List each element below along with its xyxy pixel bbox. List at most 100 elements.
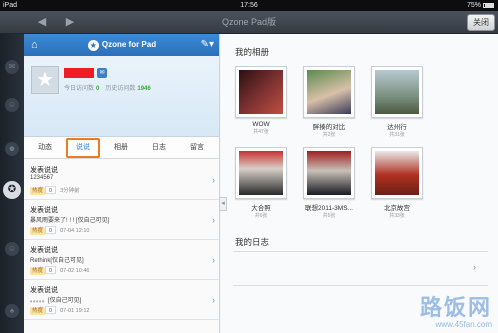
album-thumbnail xyxy=(235,147,287,199)
feed-time: 07-02 10:46 xyxy=(60,268,90,274)
battery-status: 75% xyxy=(467,0,494,11)
feed-title: 发表说说 xyxy=(30,167,58,174)
compose-icon[interactable]: ✎▾ xyxy=(201,38,214,52)
username-redacted xyxy=(64,68,94,78)
qzone-star-icon[interactable]: ✪ xyxy=(3,181,21,199)
blog-section-title: 我的日志 xyxy=(235,237,270,247)
feed-title: 发表说说 xyxy=(30,247,58,254)
feed-title: 发表说说 xyxy=(30,287,58,294)
feed-time: 07-04 12:10 xyxy=(60,228,90,234)
album-card[interactable]: 大合照 共6张 xyxy=(235,147,287,219)
ios-status-bar: iPad 17:56 75% xyxy=(0,0,498,11)
heat-count: 0 xyxy=(45,226,57,234)
album-card[interactable]: 胖揍的对比 共2张 xyxy=(303,66,355,138)
right-panel: 我的相册 WOW 共47张 胖揍的对比 共2张 达州行 共31张 大合照 共6张… xyxy=(221,34,498,333)
shirt-icon[interactable]: ♠ xyxy=(5,304,19,318)
feed-meta: 热度 0 07-01 19:12 xyxy=(30,306,89,315)
album-name: 胖揍的对比 xyxy=(312,124,346,131)
feed-content: 1234567 xyxy=(30,175,54,181)
feed-meta: 热度 0 07-02 10:46 xyxy=(30,266,89,275)
album-card[interactable]: 联想2011-3MS... 共5张 xyxy=(303,147,355,219)
profile-card: ★ ✉ 今日访问数 0 历史访问数 1946 xyxy=(24,56,219,137)
brand-text: Qzone for Pad xyxy=(101,40,157,49)
heat-label: 热度 xyxy=(30,307,46,315)
user-icon[interactable]: ☺ xyxy=(5,242,19,256)
divider xyxy=(233,285,488,286)
tab-shuoshuo[interactable]: 说说 xyxy=(66,138,100,158)
divider xyxy=(233,251,488,252)
heat-count: 0 xyxy=(45,306,57,314)
album-card[interactable]: 北京故宫 共33张 xyxy=(371,147,423,219)
album-thumbnail xyxy=(371,66,423,118)
album-photo xyxy=(239,151,283,195)
chevron-right-icon: › xyxy=(212,175,215,185)
album-photo xyxy=(375,70,419,114)
album-photo xyxy=(307,70,351,114)
album-name: 联想2011-3MS... xyxy=(305,205,353,212)
heat-label: 热度 xyxy=(30,227,46,235)
feed-meta: 热度 0 07-04 12:10 xyxy=(30,226,89,235)
friends-icon[interactable]: ☺ xyxy=(5,98,19,112)
heat-label: 热度 xyxy=(30,187,46,195)
album-photo xyxy=(375,151,419,195)
side-rail: ✉ ☺ ☻ ✪ ☺ ♠ xyxy=(0,34,24,333)
avatar[interactable]: ★ xyxy=(31,66,59,94)
chevron-right-icon: › xyxy=(212,215,215,225)
album-count: 共47张 xyxy=(253,129,269,135)
history-visits-count: 1946 xyxy=(137,86,151,92)
albums-section-title: 我的相册 xyxy=(235,47,270,57)
visit-stats: 今日访问数 0 历史访问数 1946 xyxy=(64,83,157,92)
heat-count: 0 xyxy=(45,266,57,274)
feed-item[interactable]: 发表说说 暴风雨要来了! ! ! [仅自己可见] 热度 0 07-04 12:10 … xyxy=(24,200,219,240)
album-count: 共2张 xyxy=(322,132,336,138)
chevron-right-icon: › xyxy=(212,255,215,265)
album-card[interactable]: 达州行 共31张 xyxy=(371,66,423,138)
album-count: 共5张 xyxy=(322,213,336,219)
profile-icon[interactable]: ☻ xyxy=(5,142,19,156)
panel-collapse-icon[interactable]: ◂ xyxy=(219,197,227,211)
album-thumbnail xyxy=(303,66,355,118)
tab-blog[interactable]: 日志 xyxy=(142,137,176,159)
tab-feed[interactable]: 动态 xyxy=(28,137,62,159)
feed-item[interactable]: 发表说说 1234567 热度 0 3分钟前 › xyxy=(24,160,219,200)
heat-label: 热度 xyxy=(30,267,46,275)
feed-item[interactable]: 发表说说 Rethink[仅自己可见] 热度 0 07-02 10:46 › xyxy=(24,240,219,280)
chevron-right-icon: › xyxy=(212,295,215,305)
album-name: 大合照 xyxy=(251,205,271,212)
album-thumbnail xyxy=(371,147,423,199)
album-count: 共31张 xyxy=(389,132,405,138)
message-icon[interactable]: ✉ xyxy=(5,60,19,74)
album-name: WOW xyxy=(252,121,270,128)
clock: 17:56 xyxy=(240,2,258,9)
close-button[interactable]: 关闭 xyxy=(467,14,495,31)
feed-content: Rethink[仅自己可见] xyxy=(30,258,84,264)
battery-percent: 75% xyxy=(466,2,481,9)
watermark: 路饭网 www.45fan.com xyxy=(420,290,492,329)
today-visits-label: 今日访问数 xyxy=(64,86,95,92)
album-photo xyxy=(307,151,351,195)
feed-item[interactable]: 发表说说 。。。。。[仅自己可见] 热度 0 07-01 19:12 › xyxy=(24,280,219,320)
chevron-right-icon[interactable]: › xyxy=(473,262,476,272)
heat-count: 0 xyxy=(45,186,57,194)
left-panel-header: ⌂ ★ Qzone for Pad ✎▾ xyxy=(24,34,219,56)
album-name: 达州行 xyxy=(387,124,407,131)
tab-messages[interactable]: 留言 xyxy=(180,137,214,159)
feed-list: 发表说说 1234567 热度 0 3分钟前 › 发表说说 暴风雨要来了! ! ! … xyxy=(24,160,219,320)
qzone-pad-app: iPad 17:56 75% ◀ ▶ Qzone Pad版 关闭 ✉ ☺ ☻ ✪… xyxy=(0,0,498,333)
tab-bar: 动态 说说 相册 日志 留言 xyxy=(24,137,219,159)
album-name: 北京故宫 xyxy=(384,205,410,212)
album-count: 共6张 xyxy=(254,213,268,219)
feed-time: 07-01 19:12 xyxy=(60,308,90,314)
default-avatar-star-icon: ★ xyxy=(32,67,58,93)
tab-albums[interactable]: 相册 xyxy=(104,137,138,159)
feed-time: 3分钟前 xyxy=(60,188,80,194)
album-thumbnail xyxy=(303,147,355,199)
album-card[interactable]: WOW 共47张 xyxy=(235,66,287,135)
feed-meta: 热度 0 3分钟前 xyxy=(30,186,80,195)
album-thumbnail xyxy=(235,66,287,118)
feed-content: 。。。。。[仅自己可见] xyxy=(30,298,82,304)
album-photo xyxy=(239,70,283,114)
page-title: Qzone Pad版 xyxy=(221,17,277,27)
brand-title: ★ Qzone for Pad xyxy=(24,34,219,56)
left-panel: ⌂ ★ Qzone for Pad ✎▾ ★ ✉ 今日访问数 0 历史访问数 1946 … xyxy=(24,34,220,333)
